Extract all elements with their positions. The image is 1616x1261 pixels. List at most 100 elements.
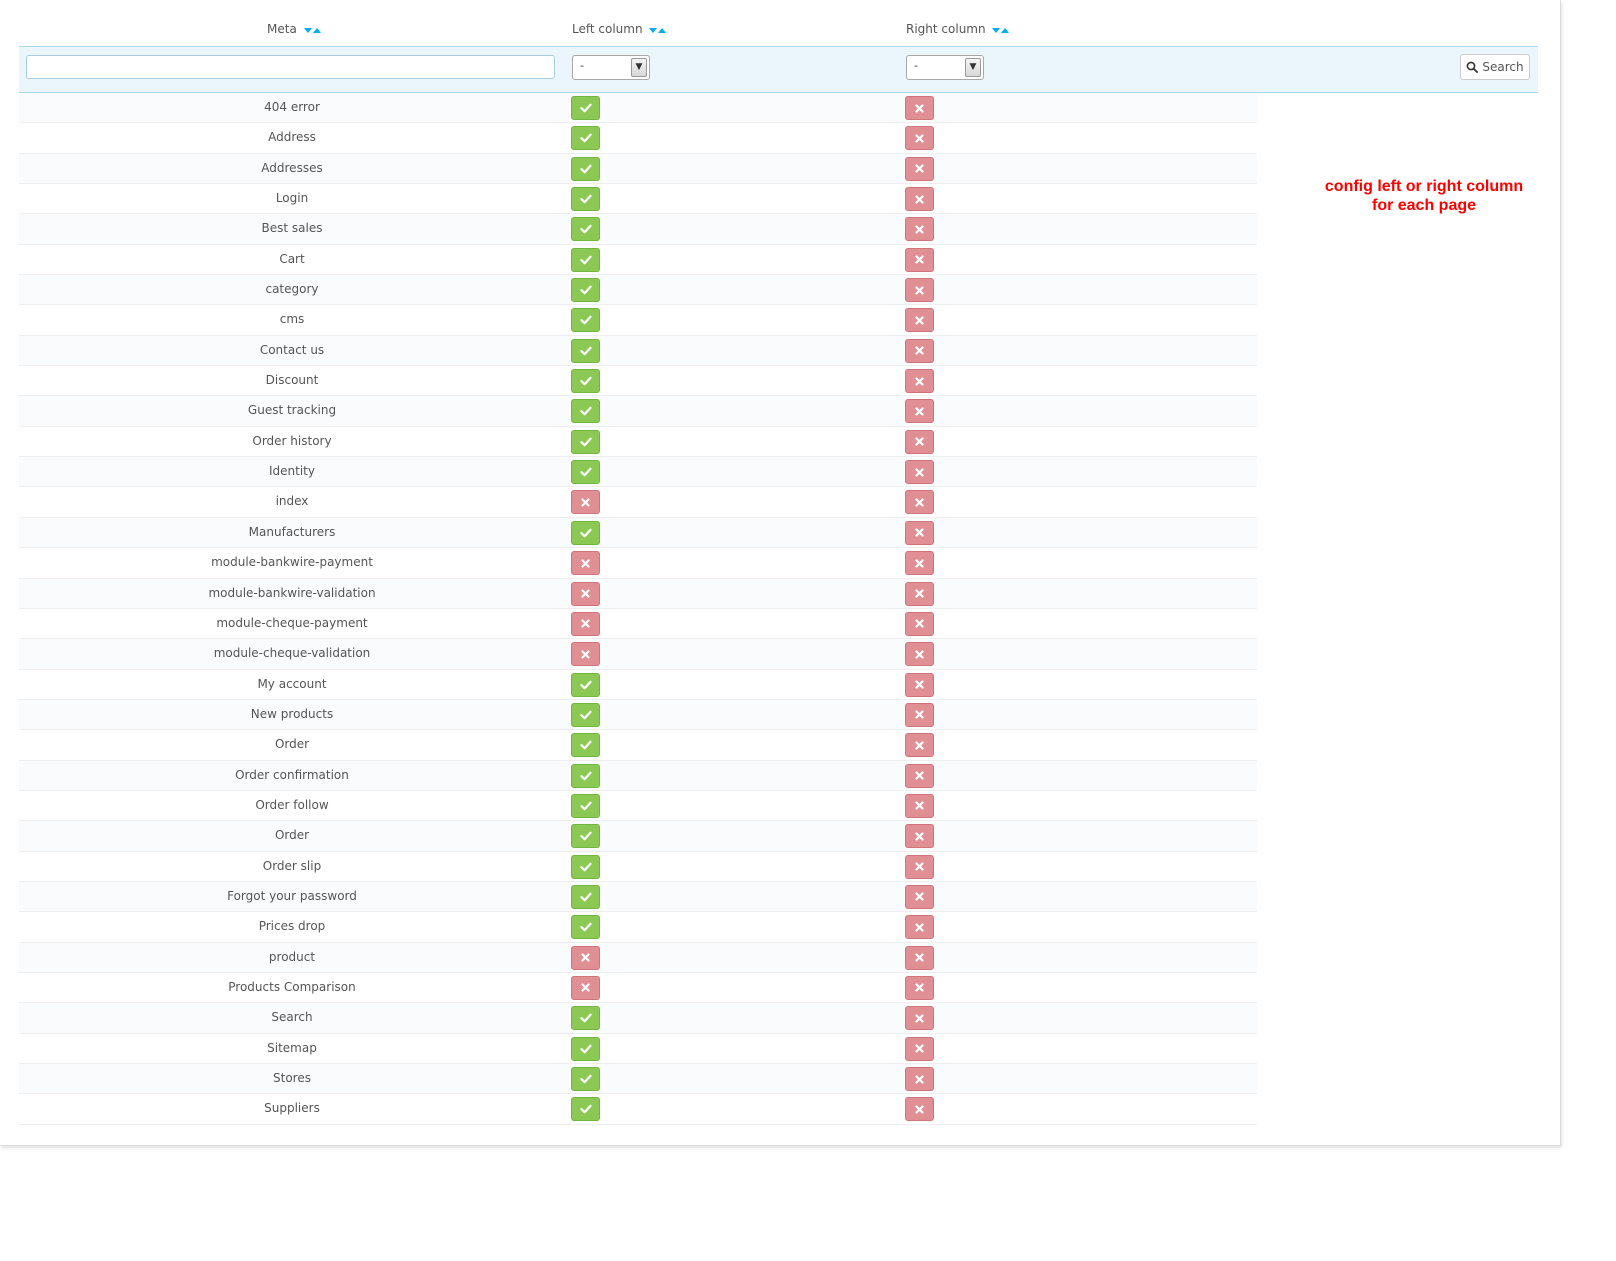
- left-column-toggle[interactable]: [571, 702, 600, 727]
- table-row: Order slip: [19, 851, 1257, 882]
- right-column-toggle[interactable]: [905, 611, 934, 636]
- right-column-toggle[interactable]: [905, 217, 934, 242]
- left-column-toggle[interactable]: [571, 278, 600, 303]
- left-column-toggle[interactable]: [571, 1097, 600, 1122]
- left-column-toggle[interactable]: [571, 793, 600, 818]
- meta-name: module-bankwire-validation: [208, 585, 376, 600]
- right-column-toggle[interactable]: [905, 884, 934, 909]
- chevron-down-icon[interactable]: ▼: [965, 58, 981, 77]
- right-column-toggle[interactable]: [905, 1097, 934, 1122]
- right-column-toggle[interactable]: [905, 1036, 934, 1061]
- meta-name: index: [275, 494, 309, 509]
- left-column-toggle[interactable]: [571, 369, 600, 394]
- left-column-toggle[interactable]: [571, 581, 600, 606]
- right-column-toggle[interactable]: [905, 247, 934, 272]
- left-column-toggle[interactable]: [571, 975, 600, 1000]
- close-icon: [915, 407, 924, 416]
- right-column-toggle[interactable]: [905, 763, 934, 788]
- left-column-toggle[interactable]: [571, 429, 600, 454]
- close-icon: [915, 103, 924, 113]
- right-column-toggle[interactable]: [905, 915, 934, 940]
- right-column-filter-select[interactable]: - ▼: [906, 55, 984, 80]
- left-column-toggle[interactable]: [571, 763, 600, 788]
- right-column-toggle[interactable]: [905, 96, 934, 120]
- sort-desc-icon[interactable]: [303, 27, 312, 33]
- left-column-toggle[interactable]: [571, 642, 600, 667]
- check-icon: [579, 255, 592, 265]
- meta-name: Contact us: [259, 342, 325, 357]
- sort-desc-icon[interactable]: [649, 27, 658, 33]
- close-icon: [915, 437, 924, 446]
- right-column-toggle[interactable]: [905, 1006, 934, 1031]
- table-row: Login: [19, 184, 1257, 215]
- annotation-line-2: for each page: [1371, 197, 1477, 214]
- right-column-toggle[interactable]: [905, 1067, 934, 1091]
- left-column-toggle[interactable]: [571, 490, 600, 515]
- sort-controls-left: [648, 23, 667, 37]
- left-column-toggle[interactable]: [571, 308, 600, 333]
- right-column-toggle[interactable]: [905, 126, 934, 151]
- left-column-toggle[interactable]: [571, 520, 600, 545]
- left-column-toggle[interactable]: [571, 217, 600, 242]
- right-column-toggle[interactable]: [905, 824, 934, 849]
- left-column-toggle[interactable]: [571, 1006, 600, 1031]
- right-column-toggle[interactable]: [905, 369, 934, 394]
- left-column-toggle[interactable]: [571, 460, 600, 485]
- sort-desc-icon[interactable]: [992, 27, 1001, 33]
- close-icon: [581, 559, 590, 568]
- right-column-toggle[interactable]: [905, 854, 934, 879]
- right-column-toggle[interactable]: [905, 672, 934, 697]
- right-column-toggle[interactable]: [905, 581, 934, 606]
- left-column-toggle[interactable]: [571, 338, 600, 363]
- right-column-toggle[interactable]: [905, 642, 934, 667]
- left-column-toggle[interactable]: [571, 824, 600, 849]
- right-column-toggle[interactable]: [905, 490, 934, 515]
- left-column-toggle[interactable]: [571, 1067, 600, 1091]
- left-column-toggle[interactable]: [571, 96, 600, 120]
- right-column-toggle[interactable]: [905, 702, 934, 727]
- right-column-toggle[interactable]: [905, 733, 934, 758]
- right-column-toggle[interactable]: [905, 945, 934, 970]
- right-column-toggle[interactable]: [905, 187, 934, 212]
- right-column-toggle[interactable]: [905, 399, 934, 424]
- right-column-toggle[interactable]: [905, 975, 934, 1000]
- left-column-toggle[interactable]: [571, 672, 600, 697]
- right-column-toggle[interactable]: [905, 308, 934, 333]
- column-header-right-label: Right column: [906, 22, 986, 36]
- left-column-toggle[interactable]: [571, 915, 600, 940]
- sort-asc-icon[interactable]: [312, 27, 321, 33]
- sort-asc-icon[interactable]: [658, 27, 667, 33]
- chevron-down-icon[interactable]: ▼: [631, 58, 647, 77]
- right-column-toggle[interactable]: [905, 429, 934, 454]
- left-column-toggle[interactable]: [571, 611, 600, 636]
- left-column-toggle[interactable]: [571, 156, 600, 181]
- left-column-toggle[interactable]: [571, 126, 600, 151]
- meta-columns-panel: Meta Left column Right column - ▼ - ▼ Se…: [0, 0, 1561, 1146]
- left-column-toggle[interactable]: [571, 1036, 600, 1061]
- left-column-toggle[interactable]: [571, 733, 600, 758]
- right-column-toggle[interactable]: [905, 278, 934, 303]
- meta-filter-input[interactable]: [26, 55, 555, 79]
- left-column-toggle[interactable]: [571, 945, 600, 970]
- sort-asc-icon[interactable]: [1001, 27, 1010, 33]
- right-column-toggle[interactable]: [905, 460, 934, 485]
- right-column-toggle[interactable]: [905, 520, 934, 545]
- meta-name: Order slip: [262, 858, 322, 873]
- annotation-line-1: config left or right column: [1324, 178, 1524, 195]
- left-column-filter-select[interactable]: - ▼: [572, 55, 650, 80]
- left-column-toggle[interactable]: [571, 854, 600, 879]
- left-column-toggle[interactable]: [571, 399, 600, 424]
- search-button[interactable]: Search: [1460, 54, 1530, 80]
- right-column-toggle[interactable]: [905, 551, 934, 576]
- table-row: Identity: [19, 457, 1257, 488]
- check-icon: [579, 133, 592, 143]
- left-column-toggle[interactable]: [571, 247, 600, 272]
- left-column-toggle[interactable]: [571, 884, 600, 909]
- left-column-toggle[interactable]: [571, 187, 600, 212]
- left-column-toggle[interactable]: [571, 551, 600, 576]
- meta-name: Products Comparison: [228, 979, 356, 994]
- right-column-toggle[interactable]: [905, 338, 934, 363]
- table-row: Best sales: [19, 214, 1257, 245]
- right-column-toggle[interactable]: [905, 156, 934, 181]
- right-column-toggle[interactable]: [905, 793, 934, 818]
